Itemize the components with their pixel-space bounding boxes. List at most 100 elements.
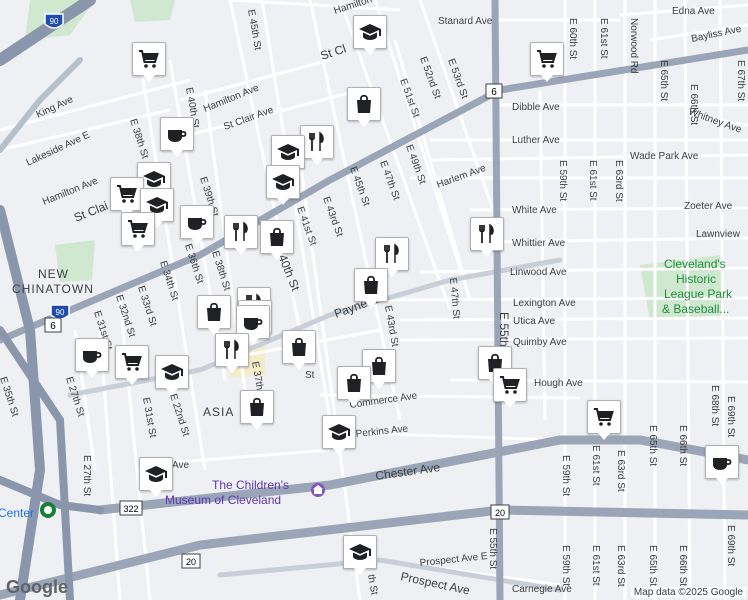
street-label: E 22nd St bbox=[167, 393, 191, 438]
street-label: Lexington Ave bbox=[513, 298, 576, 309]
map-marker-bag[interactable] bbox=[197, 295, 231, 335]
street-label: E 61st St bbox=[587, 160, 598, 201]
street-label: E 66th St bbox=[677, 425, 688, 466]
street-label: Dibble Ave bbox=[512, 102, 560, 113]
interstate-90-shield: 90 bbox=[50, 304, 70, 320]
map-marker-cafe[interactable] bbox=[705, 445, 739, 485]
map-marker-bag[interactable] bbox=[354, 268, 388, 308]
map-marker-cart[interactable] bbox=[115, 345, 149, 385]
map-marker-cart[interactable] bbox=[493, 368, 527, 408]
map-marker-restaurant[interactable] bbox=[470, 217, 504, 257]
street-label: E 49th St bbox=[403, 143, 427, 186]
coffee-cup-icon bbox=[83, 351, 102, 363]
map-marker-restaurant[interactable] bbox=[375, 237, 409, 277]
street-label: E 61st St bbox=[598, 18, 609, 59]
park-label-line4: & Baseball... bbox=[662, 302, 729, 316]
fork-knife-icon bbox=[309, 131, 324, 151]
svg-text:322: 322 bbox=[123, 504, 138, 514]
fork-knife-icon bbox=[384, 243, 399, 263]
museum-label-line1: The Children's bbox=[212, 478, 289, 492]
coffee-cup-icon bbox=[188, 218, 207, 230]
street-label: E 43rd St bbox=[382, 305, 400, 348]
area-label-center: Center bbox=[0, 506, 34, 520]
street-label: Stanard Ave bbox=[438, 16, 493, 27]
interstate-90-shield: 90 bbox=[44, 13, 64, 29]
street-label: Hough Ave bbox=[534, 378, 583, 389]
street-label: Whittier Ave bbox=[512, 238, 566, 249]
map-canvas[interactable]: 90 90 6 6 322 20 20 Hamilton Stanard Ave… bbox=[0, 0, 748, 600]
map-marker-school[interactable] bbox=[353, 15, 387, 55]
street-label: St Clair Ave bbox=[222, 105, 275, 133]
area-label-asia: ASIA bbox=[203, 405, 234, 419]
us-route-6-shield: 6 bbox=[44, 317, 62, 333]
street-label: E 69th St bbox=[725, 525, 736, 566]
shopping-cart-icon bbox=[122, 353, 142, 371]
street-label: E 59th St bbox=[560, 545, 571, 586]
school-icon bbox=[272, 174, 294, 190]
map-marker-cafe[interactable] bbox=[160, 117, 194, 157]
street-label: E 63rd St bbox=[615, 450, 626, 492]
map-marker-cart[interactable] bbox=[121, 212, 155, 252]
shopping-bag-icon bbox=[347, 373, 361, 392]
us-route-20-shield: 20 bbox=[490, 504, 510, 520]
svg-text:90: 90 bbox=[56, 308, 65, 317]
map-marker-cart[interactable] bbox=[587, 400, 621, 440]
school-icon bbox=[145, 466, 167, 482]
street-label: E 52nd St bbox=[417, 55, 442, 100]
svg-text:90: 90 bbox=[50, 17, 59, 26]
museum-label-line2: Museum of Cleveland bbox=[165, 493, 281, 507]
street-label: E 68th St bbox=[709, 385, 720, 426]
park-label-line1: Cleveland's bbox=[664, 257, 726, 271]
map-marker-school[interactable] bbox=[139, 457, 173, 497]
street-label: E 63rd St bbox=[613, 160, 624, 202]
map-marker-bag[interactable] bbox=[337, 366, 371, 406]
map-marker-school[interactable] bbox=[322, 415, 356, 455]
map-marker-restaurant[interactable] bbox=[300, 125, 334, 165]
shopping-cart-icon bbox=[128, 220, 148, 238]
fork-knife-icon bbox=[479, 223, 494, 243]
shopping-bag-icon bbox=[357, 94, 371, 113]
street-label: E 65th St bbox=[658, 60, 669, 101]
street-label: E 31st St bbox=[140, 397, 158, 439]
school-icon bbox=[328, 424, 350, 440]
map-marker-school[interactable] bbox=[343, 535, 377, 575]
shopping-bag-icon bbox=[207, 302, 221, 321]
street-label: E 35th St bbox=[0, 376, 20, 419]
street-label: Norwood Rd bbox=[628, 18, 639, 74]
street-label: Lawnview bbox=[696, 229, 741, 240]
shopping-cart-icon bbox=[117, 185, 137, 203]
us-route-6-shield: 6 bbox=[485, 83, 503, 99]
map-marker-cart[interactable] bbox=[132, 42, 166, 82]
map-marker-bag[interactable] bbox=[282, 330, 316, 370]
shopping-cart-icon bbox=[537, 50, 557, 68]
coffee-cup-icon bbox=[713, 458, 732, 470]
school-icon bbox=[161, 364, 183, 380]
street-label: E 65th St bbox=[647, 545, 658, 586]
us-route-20-shield: 20 bbox=[181, 553, 201, 569]
map-marker-restaurant[interactable] bbox=[224, 215, 258, 255]
map-marker-school[interactable] bbox=[155, 355, 189, 395]
map-marker-bag[interactable] bbox=[240, 390, 274, 430]
map-marker-cart[interactable] bbox=[110, 177, 144, 217]
map-marker-bag[interactable] bbox=[260, 220, 294, 260]
street-label: E 61st St bbox=[590, 445, 601, 486]
street-label: E 51st St bbox=[397, 77, 421, 119]
park-label-line3: League Park bbox=[664, 287, 733, 301]
map-marker-bag[interactable] bbox=[347, 87, 381, 127]
map-marker-cart[interactable] bbox=[530, 42, 564, 82]
coffee-cup-icon bbox=[244, 318, 263, 330]
map-marker-school[interactable] bbox=[271, 135, 305, 175]
street-label: E 32nd St bbox=[113, 294, 137, 339]
street-label: Hamilton Ave bbox=[41, 175, 100, 207]
svg-text:20: 20 bbox=[186, 557, 196, 567]
svg-text:20: 20 bbox=[495, 508, 505, 518]
shopping-bag-icon bbox=[364, 275, 378, 294]
school-icon bbox=[277, 144, 299, 160]
map-marker-cafe[interactable] bbox=[180, 205, 214, 245]
map-marker-school[interactable] bbox=[266, 165, 300, 205]
street-label: E 38th St bbox=[127, 118, 150, 161]
map-marker-cafe[interactable] bbox=[75, 338, 109, 378]
map-attribution[interactable]: Map data ©2025 Google bbox=[630, 587, 746, 598]
park-label-line2: Historic bbox=[676, 272, 716, 286]
map-marker-restaurant[interactable] bbox=[215, 333, 249, 373]
